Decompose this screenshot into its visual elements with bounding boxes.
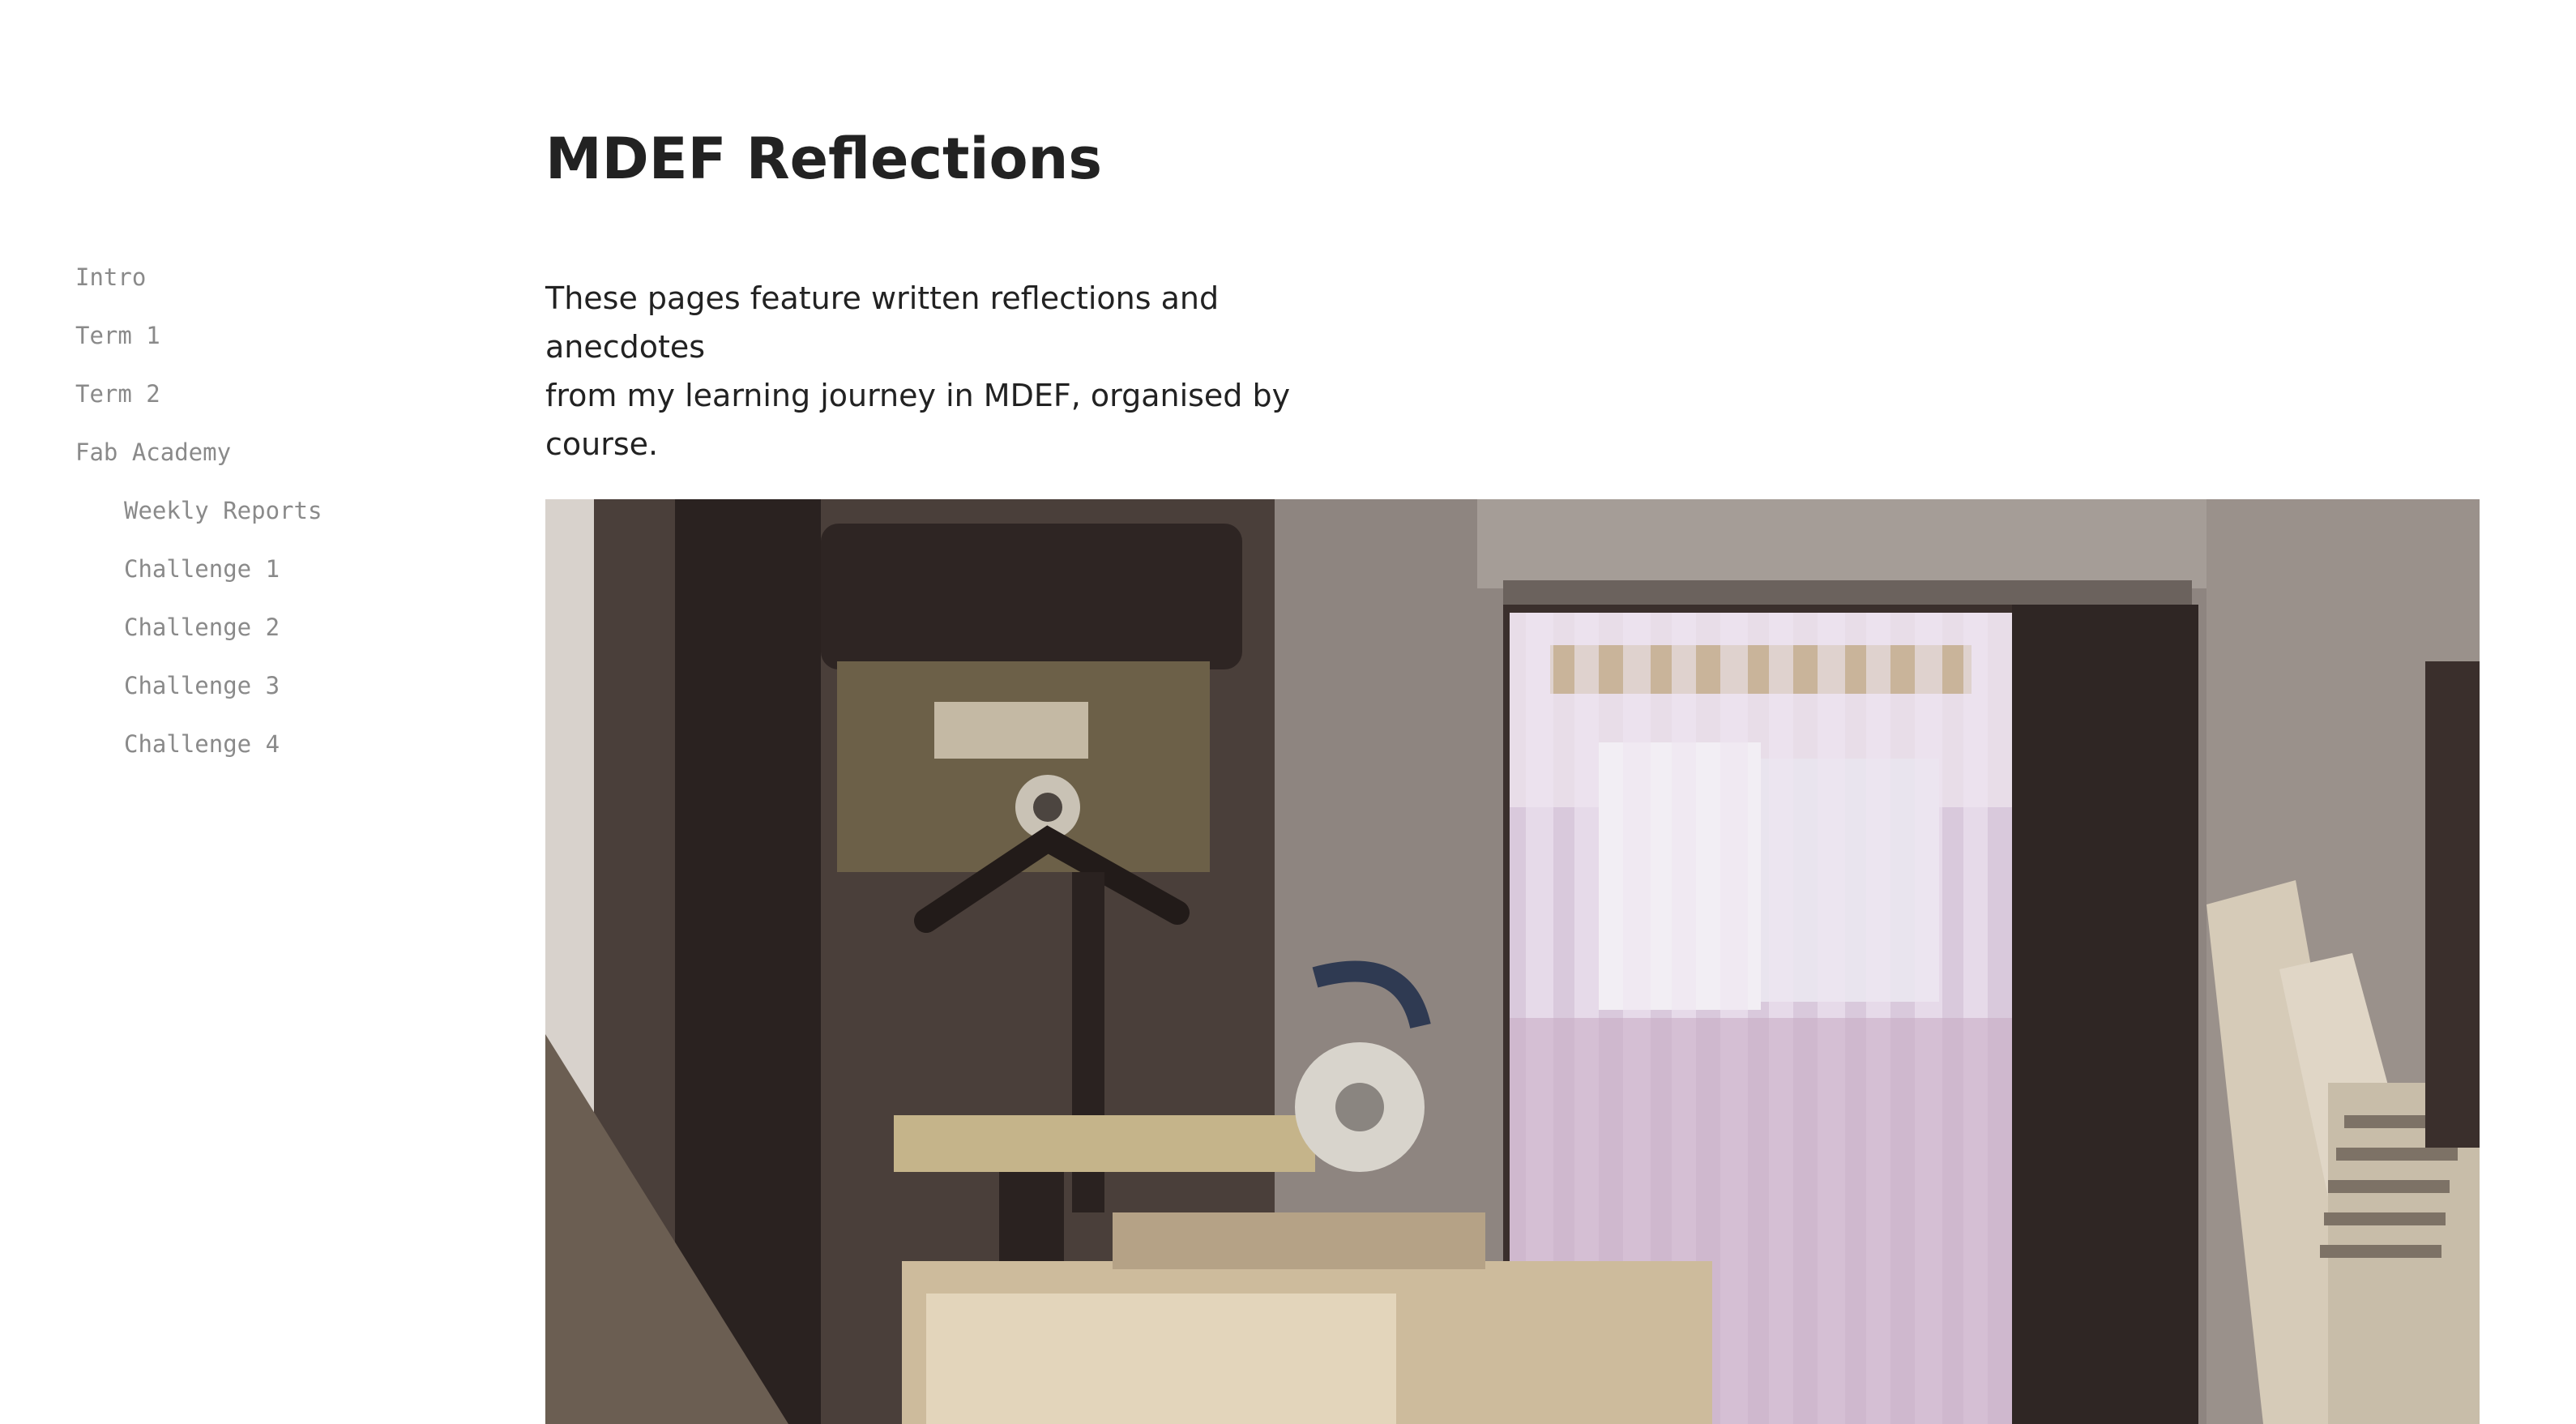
intro-paragraph: These pages feature written reflections … [545, 274, 1372, 468]
workshop-photo-illustration [545, 499, 2480, 1424]
intro-line-2: from my learning journey in MDEF, organi… [545, 378, 1291, 462]
nav-item-weekly-reports[interactable]: Weekly Reports [75, 493, 497, 528]
nav-item-challenge-1[interactable]: Challenge 1 [75, 551, 497, 587]
nav-item-challenge-2[interactable]: Challenge 2 [75, 609, 497, 645]
nav-item-intro[interactable]: Intro [75, 259, 497, 295]
nav-item-fab-academy[interactable]: Fab Academy [75, 434, 497, 470]
nav-item-term-2[interactable]: Term 2 [75, 376, 497, 412]
workshop-photo [545, 499, 2480, 1424]
nav-item-challenge-4[interactable]: Challenge 4 [75, 726, 497, 762]
nav-item-term-1[interactable]: Term 1 [75, 318, 497, 353]
page-title: MDEF Reflections [545, 126, 1103, 192]
intro-line-1: These pages feature written reflections … [545, 280, 1220, 365]
nav-item-challenge-3[interactable]: Challenge 3 [75, 668, 497, 703]
sidebar-nav: Intro Term 1 Term 2 Fab Academy Weekly R… [75, 259, 497, 785]
